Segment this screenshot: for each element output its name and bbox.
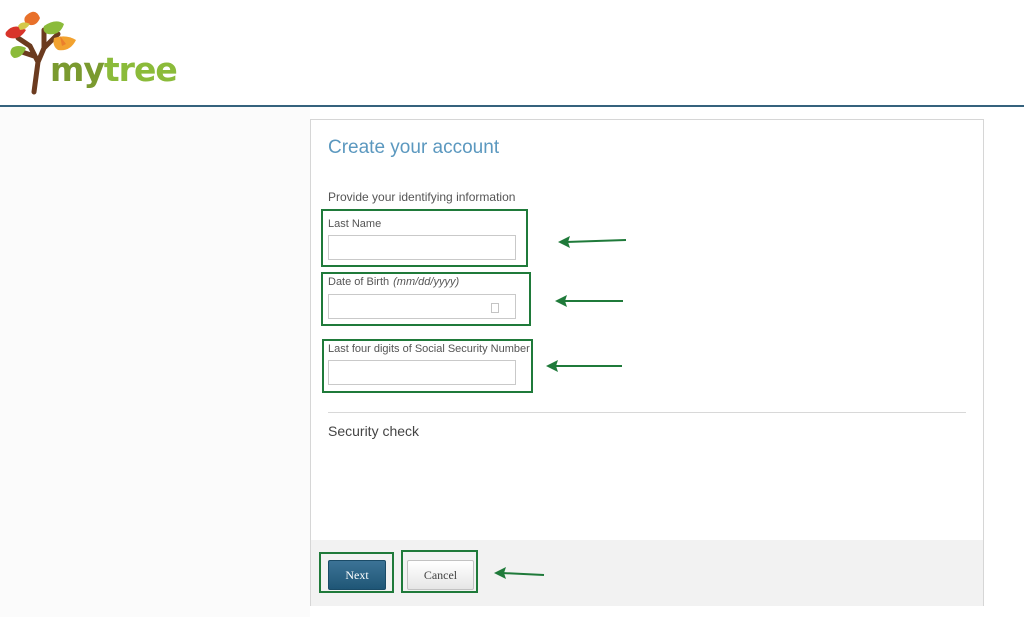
highlight-box-last-name (321, 209, 528, 267)
mytree-logo[interactable]: mytree (0, 4, 178, 95)
arrow-icon (546, 360, 622, 372)
arrow-icon (558, 236, 627, 248)
page-header: mytree (0, 0, 1024, 107)
form-subtitle: Provide your identifying information (328, 190, 516, 204)
highlight-box-next (319, 552, 394, 593)
highlight-box-ssn (322, 339, 533, 393)
highlight-box-cancel (401, 550, 478, 593)
section-divider (328, 412, 966, 413)
arrow-icon (494, 567, 545, 579)
page-title: Create your account (328, 137, 500, 158)
logo-wordmark: mytree (50, 50, 178, 89)
security-check-heading: Security check (328, 423, 420, 439)
left-gutter (0, 107, 310, 617)
highlight-box-dob (321, 272, 531, 326)
arrow-icon (555, 295, 623, 307)
